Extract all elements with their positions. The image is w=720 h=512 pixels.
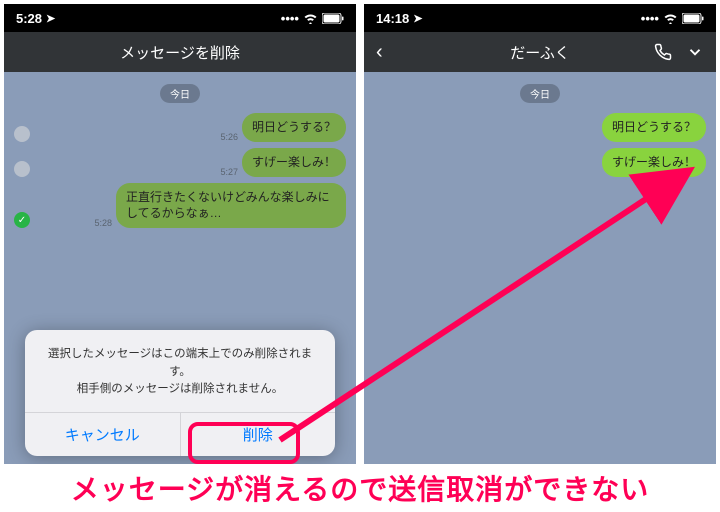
select-circle[interactable] — [14, 126, 30, 142]
chat-area: 今日 5:26 明日どうする？ 5:27 すげー楽しみ！ ✓ 5:28 正直行き… — [4, 72, 356, 464]
status-bar: 14:18 ➤ •••• — [364, 4, 716, 32]
battery-icon — [682, 13, 704, 24]
chat-area: 今日 明日どうする？ すげー楽しみ！ — [364, 72, 716, 464]
message-time: 5:27 — [220, 167, 238, 177]
cancel-button[interactable]: キャンセル — [25, 413, 180, 456]
wifi-icon — [303, 13, 318, 24]
battery-icon — [322, 13, 344, 24]
delete-button[interactable]: 削除 — [180, 413, 336, 456]
delete-dialog: 選択したメッセージはこの端末上でのみ削除されます。 相手側のメッセージは削除され… — [25, 330, 335, 456]
nav-bar: メッセージを削除 — [4, 32, 356, 72]
chevron-down-icon[interactable] — [686, 43, 704, 61]
status-time: 14:18 — [376, 11, 409, 26]
phone-left: 5:28 ➤ •••• メッセージを削除 今日 5:26 明日どうする？ 5:2… — [4, 4, 356, 464]
dialog-message: 選択したメッセージはこの端末上でのみ削除されます。 相手側のメッセージは削除され… — [25, 330, 335, 412]
message-bubble: 明日どうする？ — [242, 113, 346, 142]
location-icon: ➤ — [413, 12, 422, 25]
nav-title: メッセージを削除 — [120, 42, 240, 63]
wifi-icon — [663, 13, 678, 24]
status-bar: 5:28 ➤ •••• — [4, 4, 356, 32]
message-row[interactable]: すげー楽しみ！ — [374, 148, 706, 177]
select-circle-checked[interactable]: ✓ — [14, 212, 30, 228]
message-time: 5:28 — [94, 218, 112, 228]
message-row[interactable]: 明日どうする？ — [374, 113, 706, 142]
message-row[interactable]: 5:27 すげー楽しみ！ — [14, 148, 346, 177]
message-bubble: すげー楽しみ！ — [602, 148, 706, 177]
message-row[interactable]: ✓ 5:28 正直行きたくないけどみんな楽しみにしてるからなぁ… — [14, 183, 346, 229]
nav-bar: ‹ だーふく — [364, 32, 716, 72]
date-badge: 今日 — [160, 84, 200, 103]
signal-icon: •••• — [641, 11, 659, 26]
phone-right: 14:18 ➤ •••• ‹ だーふく 今日 明日どうする？ すげー楽しみ！ — [364, 4, 716, 464]
status-time: 5:28 — [16, 11, 42, 26]
date-badge: 今日 — [520, 84, 560, 103]
message-bubble: すげー楽しみ！ — [242, 148, 346, 177]
caption-text: メッセージが消えるので送信取消ができない — [0, 468, 720, 508]
message-bubble: 明日どうする？ — [602, 113, 706, 142]
back-button[interactable]: ‹ — [376, 41, 383, 64]
select-circle[interactable] — [14, 161, 30, 177]
signal-icon: •••• — [281, 11, 299, 26]
call-icon[interactable] — [654, 43, 672, 61]
nav-title: だーふく — [510, 42, 569, 63]
message-time: 5:26 — [220, 132, 238, 142]
message-row[interactable]: 5:26 明日どうする？ — [14, 113, 346, 142]
message-bubble: 正直行きたくないけどみんな楽しみにしてるからなぁ… — [116, 183, 346, 229]
location-icon: ➤ — [46, 12, 55, 25]
